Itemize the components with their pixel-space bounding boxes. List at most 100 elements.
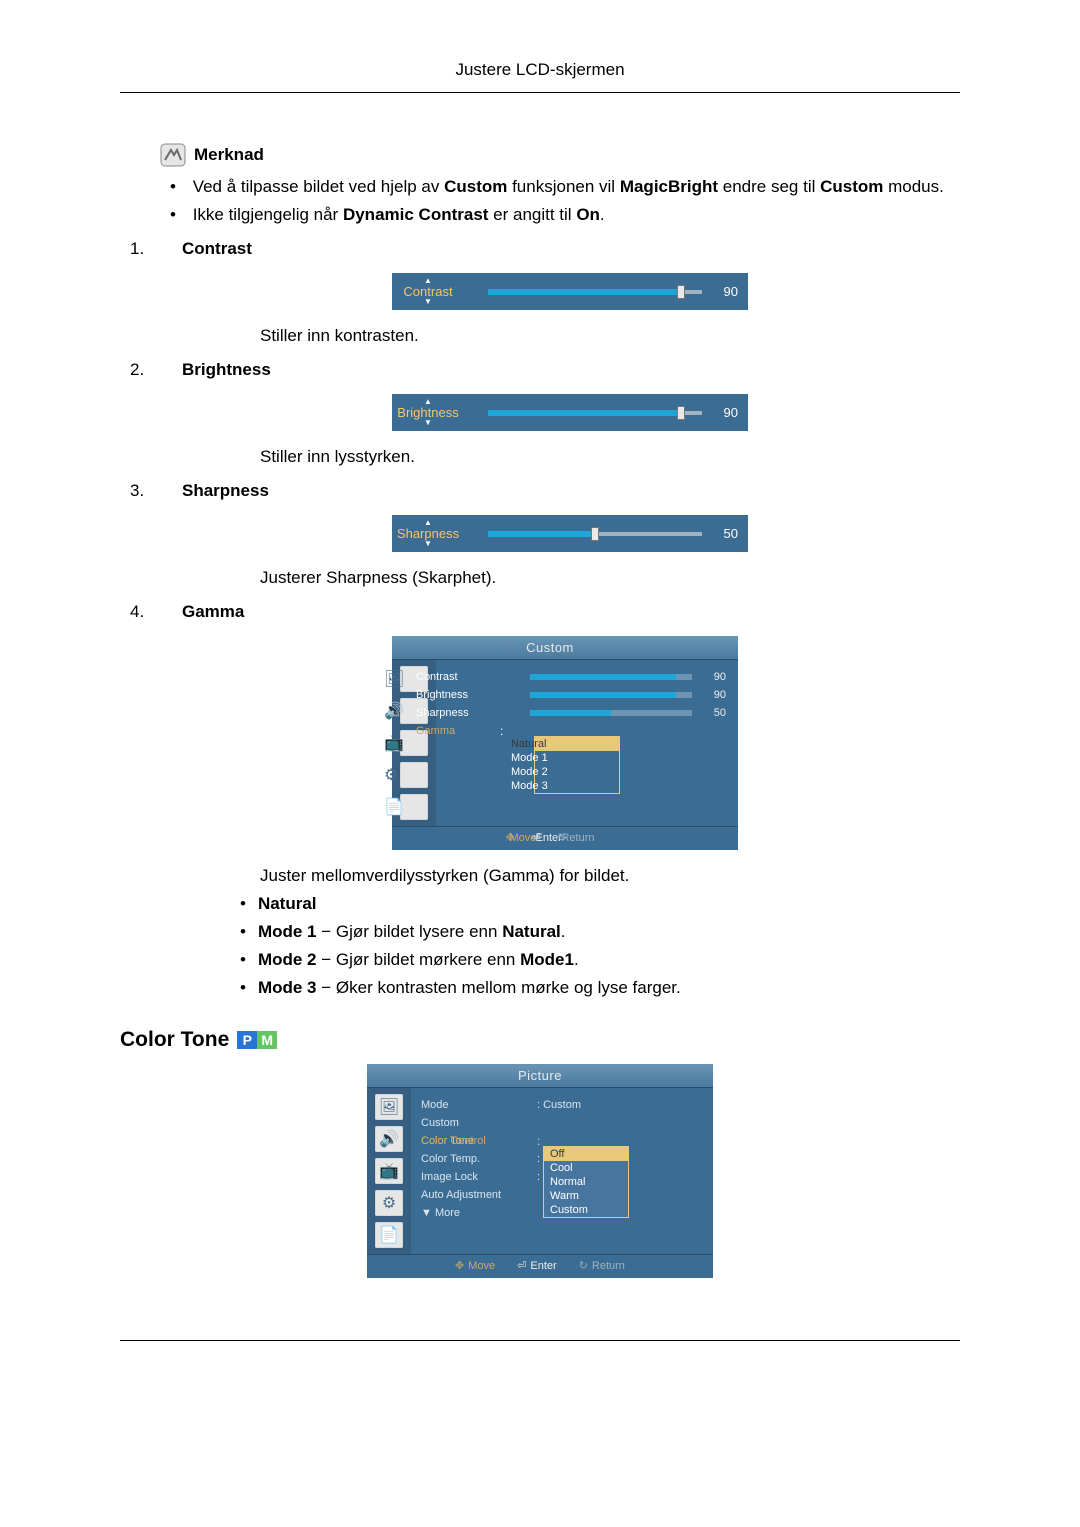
page-header: Justere LCD-skjermen [120, 60, 960, 93]
slider-label: ▲ Brightness ▼ [398, 398, 488, 427]
slider-name-text: Contrast [433, 285, 452, 298]
setup-tab-icon[interactable]: ⚙ [375, 1190, 403, 1216]
text: Ikke tilgjengelig når [193, 205, 343, 224]
row-value: : [537, 1153, 540, 1165]
osd-footer: ✥Move ⏎Enter ↻Return [392, 826, 738, 850]
row-label: Image Lock [421, 1171, 531, 1183]
osd-row-sharpness[interactable]: Sharpness 50 [446, 704, 726, 722]
text: − Gjør bildet mørkere enn [317, 950, 521, 969]
item-number: 2. [160, 360, 182, 380]
footer-return: ↻Return [587, 831, 594, 844]
osd-title: Custom [392, 636, 738, 660]
item-title: Contrast [182, 239, 252, 258]
row-label: Brightness [446, 689, 524, 701]
mini-slider [530, 674, 692, 680]
gamma-option-mode3[interactable]: Mode 3 [535, 779, 619, 793]
row-label: Custom [421, 1117, 531, 1129]
gamma-mode-natural: Natural [230, 894, 960, 914]
note-heading: Merknad [160, 143, 960, 167]
row-mode[interactable]: Mode : Custom [421, 1096, 701, 1114]
item-desc: Juster mellomverdilysstyrken (Gamma) for… [260, 866, 960, 886]
bold: Mode1 [520, 950, 574, 969]
note-icon [160, 143, 186, 167]
row-label: Color Temp. [421, 1153, 531, 1165]
bold: On [576, 205, 600, 224]
item-title: Brightness [182, 360, 271, 379]
gamma-select[interactable]: Natural Mode 1 Mode 2 Mode 3 [534, 736, 620, 794]
osd-icon-column: 🖼 🔊 📺 ⚙ 📄 [367, 1088, 411, 1254]
row-value: : Custom [537, 1099, 581, 1111]
text: endre seg til [718, 177, 820, 196]
brightness-slider[interactable] [488, 408, 702, 418]
settings-list: 1.Contrast ▲ Contrast ▼ 90 Stiller inn k… [160, 239, 960, 998]
bold: Dynamic Contrast [343, 205, 488, 224]
bold: Natural [258, 894, 317, 913]
text: funksjonen vil [507, 177, 619, 196]
bold: Mode 3 [258, 978, 317, 997]
picture-tab-icon[interactable]: 🖼 [375, 1094, 403, 1120]
enter-icon: ⏎ [517, 1259, 526, 1272]
text: modus. [883, 177, 943, 196]
sharpness-slider[interactable] [488, 529, 702, 539]
brightness-value: 90 [710, 405, 738, 420]
bold: Mode 2 [258, 950, 317, 969]
slider-name-text: Brightness [427, 406, 458, 419]
text: . [574, 950, 579, 969]
osd-row-contrast[interactable]: Contrast 90 [446, 668, 726, 686]
setup-tab-icon[interactable]: ⚙ [400, 762, 428, 788]
gamma-mode-1: Mode 1 − Gjør bildet lysere enn Natural. [230, 922, 960, 942]
gamma-option-natural[interactable]: Natural [535, 737, 619, 751]
gamma-option-mode2[interactable]: Mode 2 [535, 765, 619, 779]
item-title: Gamma [182, 602, 244, 621]
bold: MagicBright [620, 177, 718, 196]
heading-text: Color Tone [120, 1028, 229, 1052]
row-label: Color Control [421, 1135, 531, 1147]
return-icon: ↻ [579, 1259, 588, 1272]
custom-osd-panel: Custom 🖼 🔊 📺 ⚙ 📄 Contrast 90 B [390, 634, 740, 852]
row-label: Mode [421, 1099, 531, 1111]
gamma-option-mode1[interactable]: Mode 1 [535, 751, 619, 765]
contrast-slider[interactable] [488, 287, 702, 297]
osd-row-brightness[interactable]: Brightness 90 [446, 686, 726, 704]
osd-content: Contrast 90 Brightness 90 Sharpness 50 [436, 660, 738, 826]
item-desc: Stiller inn kontrasten. [260, 326, 960, 346]
sharpness-slider-panel: ▲ Sharpness ▼ 50 [390, 513, 750, 554]
item-number: 1. [160, 239, 182, 259]
item-number: 3. [160, 481, 182, 501]
row-custom[interactable]: Custom [421, 1114, 701, 1132]
text: − Gjør bildet lysere enn [317, 922, 503, 941]
note-item-1: Ved å tilpasse bildet ved hjelp av Custo… [160, 177, 960, 197]
channel-tab-icon[interactable]: 📺 [375, 1158, 403, 1184]
text: Ved å tilpasse bildet ved hjelp av [193, 177, 444, 196]
bold: Custom [820, 177, 883, 196]
row-value: 90 [704, 689, 726, 701]
slider-label: ▲ Contrast ▼ [398, 277, 488, 306]
picture-osd-panel: Picture 🖼 🔊 📺 ⚙ 📄 Mode : Custom Custom C… [365, 1062, 715, 1280]
footer-move: ✥Move [455, 1259, 495, 1272]
footer-enter: ⏎Enter [517, 1259, 557, 1272]
bold: Custom [444, 177, 507, 196]
item-desc: Justerer Sharpness (Skarphet). [260, 568, 960, 588]
sound-tab-icon[interactable]: 🔊 [375, 1126, 403, 1152]
row-value: 90 [704, 671, 726, 683]
brightness-slider-panel: ▲ Brightness ▼ 90 [390, 392, 750, 433]
text: . [561, 922, 566, 941]
gamma-modes-list: Natural Mode 1 − Gjør bildet lysere enn … [230, 894, 960, 998]
row-label: ▼ More [421, 1207, 531, 1219]
item-sharpness: 3.Sharpness ▲ Sharpness ▼ 50 Justerer Sh… [160, 481, 960, 588]
m-badge-icon: M [257, 1031, 277, 1049]
row-label: Gamma [446, 725, 524, 737]
input-tab-icon[interactable]: 📄 [375, 1222, 403, 1248]
gamma-mode-2: Mode 2 − Gjør bildet mørkere enn Mode1. [230, 950, 960, 970]
osd-content: Mode : Custom Custom Color Tone : Off Co… [411, 1088, 713, 1254]
pm-badge: PM [237, 1031, 277, 1049]
footer-divider [120, 1340, 960, 1341]
row-value: 50 [704, 707, 726, 719]
row-label: Auto Adjustment [421, 1189, 531, 1201]
bold: Mode 1 [258, 922, 317, 941]
item-desc: Stiller inn lysstyrken. [260, 447, 960, 467]
item-number: 4. [160, 602, 182, 622]
p-badge-icon: P [237, 1031, 257, 1049]
mini-slider [530, 710, 692, 716]
input-tab-icon[interactable]: 📄 [400, 794, 428, 820]
